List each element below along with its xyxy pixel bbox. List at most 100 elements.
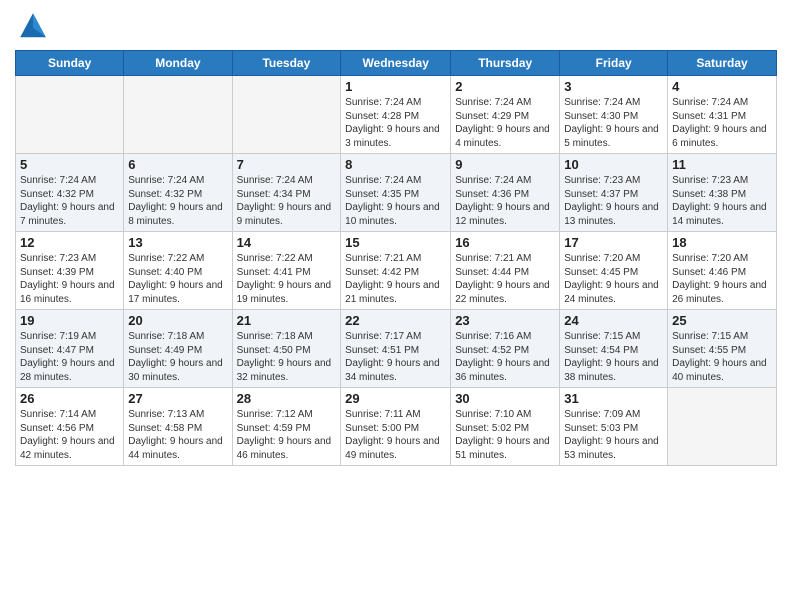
calendar-cell: 13 Sunrise: 7:22 AMSunset: 4:40 PMDayligh… — [124, 232, 232, 310]
weekday-header-row: SundayMondayTuesdayWednesdayThursdayFrid… — [16, 51, 777, 76]
weekday-friday: Friday — [560, 51, 668, 76]
day-info: Sunrise: 7:24 AMSunset: 4:35 PMDaylight:… — [345, 174, 446, 228]
weekday-monday: Monday — [124, 51, 232, 76]
day-number: 4 — [672, 79, 772, 94]
calendar-cell: 5 Sunrise: 7:24 AMSunset: 4:32 PMDaylight… — [16, 154, 124, 232]
day-number: 29 — [345, 391, 446, 406]
day-info: Sunrise: 7:24 AMSunset: 4:29 PMDaylight:… — [455, 96, 555, 150]
week-row-3: 12 Sunrise: 7:23 AMSunset: 4:39 PMDayligh… — [16, 232, 777, 310]
day-info: Sunrise: 7:18 AMSunset: 4:49 PMDaylight:… — [128, 330, 227, 384]
day-info: Sunrise: 7:16 AMSunset: 4:52 PMDaylight:… — [455, 330, 555, 384]
day-number: 13 — [128, 235, 227, 250]
day-number: 27 — [128, 391, 227, 406]
calendar-cell: 6Sunrise: 7:24 AMSunset: 4:32 PMDaylight… — [124, 154, 232, 232]
calendar-cell — [16, 76, 124, 154]
calendar-cell: 23 Sunrise: 7:16 AMSunset: 4:52 PMDayligh… — [451, 310, 560, 388]
calendar-cell: 24Sunrise: 7:15 AMSunset: 4:54 PMDayligh… — [560, 310, 668, 388]
calendar-cell — [124, 76, 232, 154]
day-info: Sunrise: 7:21 AMSunset: 4:44 PMDaylight:… — [455, 252, 555, 306]
day-info: Sunrise: 7:10 AMSunset: 5:02 PMDaylight:… — [455, 408, 555, 462]
day-info: Sunrise: 7:24 AMSunset: 4:30 PMDaylight:… — [564, 96, 663, 150]
day-number: 3 — [564, 79, 663, 94]
calendar-cell: 3 Sunrise: 7:24 AMSunset: 4:30 PMDaylight… — [560, 76, 668, 154]
day-number: 8 — [345, 157, 446, 172]
day-number: 17 — [564, 235, 663, 250]
calendar-cell: 2 Sunrise: 7:24 AMSunset: 4:29 PMDaylight… — [451, 76, 560, 154]
day-info: Sunrise: 7:20 AMSunset: 4:45 PMDaylight:… — [564, 252, 663, 306]
calendar-cell: 27 Sunrise: 7:13 AMSunset: 4:58 PMDayligh… — [124, 388, 232, 466]
day-number: 1 — [345, 79, 446, 94]
day-info: Sunrise: 7:24 AMSunset: 4:32 PMDaylight:… — [128, 174, 227, 228]
calendar-cell: 31 Sunrise: 7:09 AMSunset: 5:03 PMDayligh… — [560, 388, 668, 466]
day-number: 15 — [345, 235, 446, 250]
day-info: Sunrise: 7:24 AMSunset: 4:36 PMDaylight:… — [455, 174, 555, 228]
day-number: 25 — [672, 313, 772, 328]
calendar-cell: 1 Sunrise: 7:24 AMSunset: 4:28 PMDaylight… — [341, 76, 451, 154]
day-number: 24 — [564, 313, 663, 328]
week-row-4: 19 Sunrise: 7:19 AMSunset: 4:47 PMDayligh… — [16, 310, 777, 388]
day-number: 30 — [455, 391, 555, 406]
calendar-cell: 26Sunrise: 7:14 AMSunset: 4:56 PMDayligh… — [16, 388, 124, 466]
day-info: Sunrise: 7:17 AMSunset: 4:51 PMDaylight:… — [345, 330, 446, 384]
day-number: 31 — [564, 391, 663, 406]
day-info: Sunrise: 7:22 AMSunset: 4:41 PMDaylight:… — [237, 252, 337, 306]
calendar-cell: 15 Sunrise: 7:21 AMSunset: 4:42 PMDayligh… — [341, 232, 451, 310]
day-info: Sunrise: 7:23 AMSunset: 4:39 PMDaylight:… — [20, 252, 119, 306]
day-number: 21 — [237, 313, 337, 328]
calendar-cell: 18 Sunrise: 7:20 AMSunset: 4:46 PMDayligh… — [668, 232, 777, 310]
day-info: Sunrise: 7:19 AMSunset: 4:47 PMDaylight:… — [20, 330, 119, 384]
weekday-tuesday: Tuesday — [232, 51, 341, 76]
day-number: 19 — [20, 313, 119, 328]
calendar-cell: 28 Sunrise: 7:12 AMSunset: 4:59 PMDayligh… — [232, 388, 341, 466]
day-number: 20 — [128, 313, 227, 328]
calendar-cell: 8 Sunrise: 7:24 AMSunset: 4:35 PMDaylight… — [341, 154, 451, 232]
day-number: 10 — [564, 157, 663, 172]
weekday-thursday: Thursday — [451, 51, 560, 76]
calendar-cell: 7Sunrise: 7:24 AMSunset: 4:34 PMDaylight… — [232, 154, 341, 232]
day-info: Sunrise: 7:15 AMSunset: 4:55 PMDaylight:… — [672, 330, 772, 384]
day-info: Sunrise: 7:14 AMSunset: 4:56 PMDaylight:… — [20, 408, 119, 462]
calendar-cell — [232, 76, 341, 154]
day-info: Sunrise: 7:20 AMSunset: 4:46 PMDaylight:… — [672, 252, 772, 306]
calendar-cell: 12 Sunrise: 7:23 AMSunset: 4:39 PMDayligh… — [16, 232, 124, 310]
calendar-cell: 30 Sunrise: 7:10 AMSunset: 5:02 PMDayligh… — [451, 388, 560, 466]
week-row-5: 26Sunrise: 7:14 AMSunset: 4:56 PMDayligh… — [16, 388, 777, 466]
day-number: 9 — [455, 157, 555, 172]
calendar-cell: 9 Sunrise: 7:24 AMSunset: 4:36 PMDaylight… — [451, 154, 560, 232]
day-number: 11 — [672, 157, 772, 172]
calendar-cell: 29Sunrise: 7:11 AMSunset: 5:00 PMDayligh… — [341, 388, 451, 466]
calendar-cell: 17 Sunrise: 7:20 AMSunset: 4:45 PMDayligh… — [560, 232, 668, 310]
day-info: Sunrise: 7:22 AMSunset: 4:40 PMDaylight:… — [128, 252, 227, 306]
calendar-cell — [668, 388, 777, 466]
calendar-cell: 16 Sunrise: 7:21 AMSunset: 4:44 PMDayligh… — [451, 232, 560, 310]
day-number: 28 — [237, 391, 337, 406]
calendar-cell: 14Sunrise: 7:22 AMSunset: 4:41 PMDayligh… — [232, 232, 341, 310]
day-number: 23 — [455, 313, 555, 328]
logo-icon — [17, 10, 49, 42]
calendar-cell: 20 Sunrise: 7:18 AMSunset: 4:49 PMDayligh… — [124, 310, 232, 388]
day-number: 2 — [455, 79, 555, 94]
day-info: Sunrise: 7:23 AMSunset: 4:38 PMDaylight:… — [672, 174, 772, 228]
calendar-cell: 4Sunrise: 7:24 AMSunset: 4:31 PMDaylight… — [668, 76, 777, 154]
calendar-cell: 10Sunrise: 7:23 AMSunset: 4:37 PMDayligh… — [560, 154, 668, 232]
calendar-cell: 21Sunrise: 7:18 AMSunset: 4:50 PMDayligh… — [232, 310, 341, 388]
week-row-1: 1 Sunrise: 7:24 AMSunset: 4:28 PMDaylight… — [16, 76, 777, 154]
weekday-wednesday: Wednesday — [341, 51, 451, 76]
calendar-cell: 22 Sunrise: 7:17 AMSunset: 4:51 PMDayligh… — [341, 310, 451, 388]
day-info: Sunrise: 7:12 AMSunset: 4:59 PMDaylight:… — [237, 408, 337, 462]
logo — [15, 10, 49, 42]
calendar-cell: 25 Sunrise: 7:15 AMSunset: 4:55 PMDayligh… — [668, 310, 777, 388]
day-info: Sunrise: 7:21 AMSunset: 4:42 PMDaylight:… — [345, 252, 446, 306]
day-number: 18 — [672, 235, 772, 250]
day-info: Sunrise: 7:24 AMSunset: 4:28 PMDaylight:… — [345, 96, 446, 150]
day-number: 12 — [20, 235, 119, 250]
day-info: Sunrise: 7:09 AMSunset: 5:03 PMDaylight:… — [564, 408, 663, 462]
day-number: 16 — [455, 235, 555, 250]
week-row-2: 5 Sunrise: 7:24 AMSunset: 4:32 PMDaylight… — [16, 154, 777, 232]
weekday-sunday: Sunday — [16, 51, 124, 76]
day-number: 5 — [20, 157, 119, 172]
day-info: Sunrise: 7:24 AMSunset: 4:32 PMDaylight:… — [20, 174, 119, 228]
calendar-page: SundayMondayTuesdayWednesdayThursdayFrid… — [0, 0, 792, 612]
day-number: 22 — [345, 313, 446, 328]
day-info: Sunrise: 7:13 AMSunset: 4:58 PMDaylight:… — [128, 408, 227, 462]
